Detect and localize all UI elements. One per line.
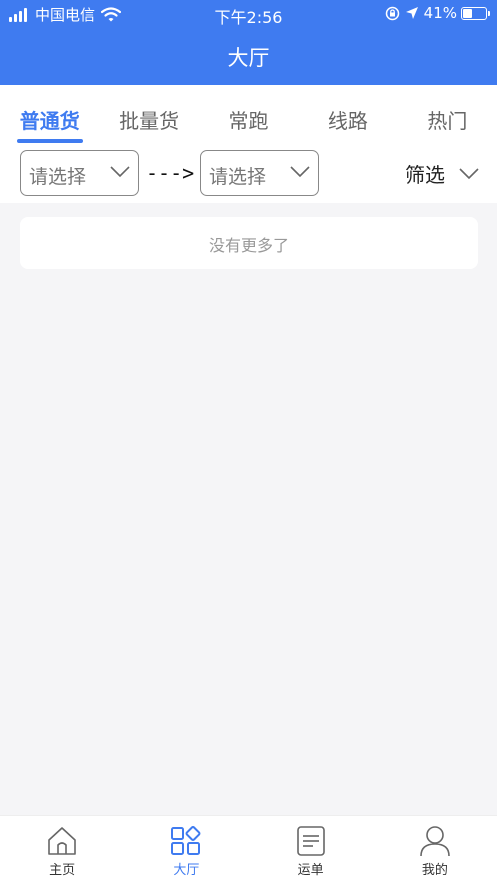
tabbar-label: 运单 — [297, 863, 324, 878]
tab-routes[interactable]: 线路 — [298, 85, 397, 143]
orientation-lock-icon — [385, 6, 399, 20]
chevron-down-icon — [459, 167, 479, 179]
battery-icon — [461, 6, 490, 20]
route-arrow: ---> — [146, 161, 195, 185]
destination-select-placeholder: 请选择 — [209, 166, 267, 188]
grid-icon — [171, 826, 201, 855]
tabbar-me[interactable]: 我的 — [373, 816, 497, 883]
status-bar: 中国电信 下午2:56 41% — [0, 0, 497, 28]
no-more-message: 没有更多了 — [20, 217, 478, 269]
chevron-down-icon — [290, 166, 310, 178]
tabbar-hall[interactable]: 大厅 — [124, 816, 248, 883]
filter-label: 筛选 — [405, 163, 445, 187]
destination-select[interactable]: 请选择 — [200, 150, 319, 196]
tabbar-label: 主页 — [49, 863, 76, 878]
filter-button[interactable]: 筛选 — [405, 159, 479, 188]
origin-select[interactable]: 请选择 — [20, 150, 139, 196]
tab-bulk-goods[interactable]: 批量货 — [99, 85, 198, 143]
tab-regular-goods[interactable]: 普通货 — [0, 85, 99, 143]
tabbar-waybill[interactable]: 运单 — [249, 816, 373, 883]
tabbar-label: 我的 — [421, 863, 448, 878]
home-icon — [48, 827, 76, 855]
document-icon — [296, 826, 325, 856]
app-header: 中国电信 下午2:56 41% 大厅 — [0, 0, 497, 85]
tab-frequent-routes[interactable]: 常跑 — [199, 85, 298, 143]
user-icon — [420, 826, 450, 857]
origin-select-placeholder: 请选择 — [29, 166, 87, 188]
battery-percent: 41% — [423, 4, 457, 22]
tabbar-home[interactable]: 主页 — [0, 816, 124, 883]
location-icon — [405, 7, 418, 19]
tab-popular[interactable]: 热门 — [398, 85, 497, 143]
chevron-down-icon — [110, 166, 130, 178]
category-tabs: 普通货 批量货 常跑 线路 热门 — [0, 85, 497, 143]
bottom-tab-bar: 主页 大厅 运单 我的 — [0, 815, 497, 883]
filter-row: 请选择 ---> 请选择 筛选 — [0, 143, 497, 203]
page-title: 大厅 — [227, 46, 270, 70]
tabbar-label: 大厅 — [173, 863, 200, 878]
